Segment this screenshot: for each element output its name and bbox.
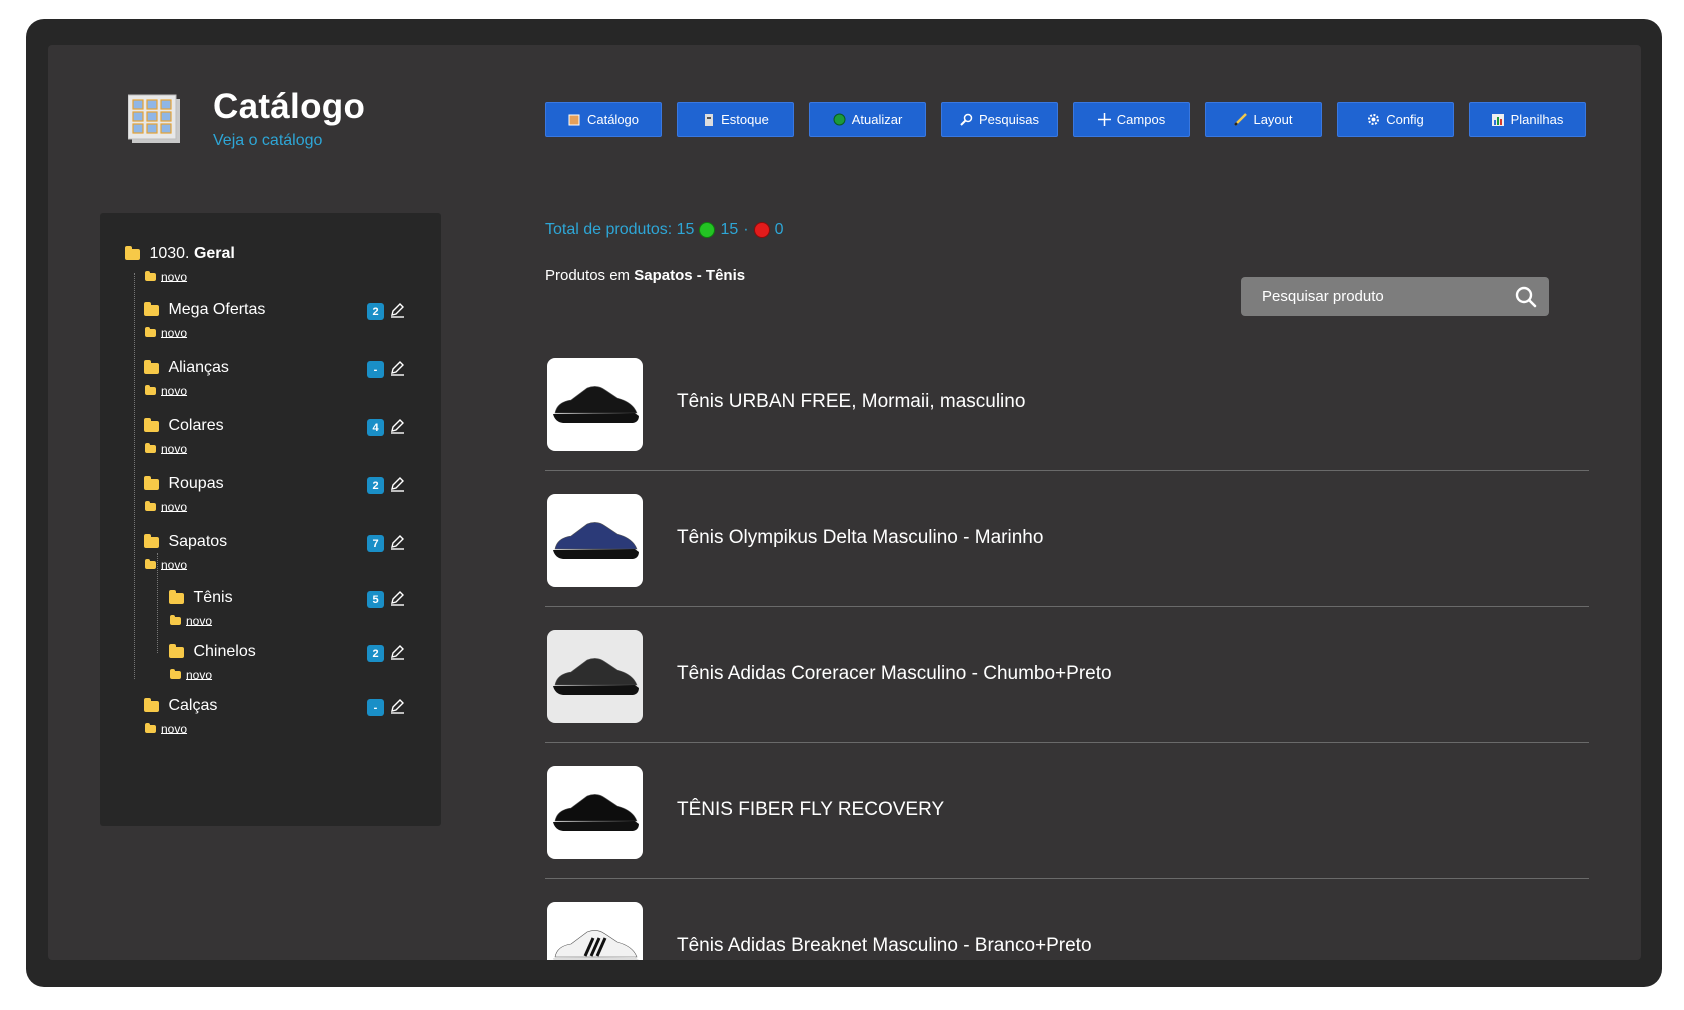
tree-item-sapatos[interactable]: Sapatos: [144, 533, 227, 551]
search-input[interactable]: [1241, 277, 1501, 316]
count-badge: 2: [367, 303, 384, 320]
new-folder-icon: [145, 722, 156, 733]
tree-item-mega-ofertas[interactable]: Mega Ofertas: [144, 301, 265, 319]
new-folder-icon: [145, 442, 156, 453]
product-name[interactable]: Tênis Olympikus Delta Masculino - Marinh…: [677, 527, 1043, 549]
layout-button[interactable]: Layout: [1205, 102, 1322, 137]
page-title: Catálogo: [213, 87, 366, 126]
tree-item-roupas[interactable]: Roupas: [144, 475, 224, 493]
tree-new-link[interactable]: novo: [145, 441, 187, 456]
tree-new-link[interactable]: novo: [170, 613, 212, 628]
product-row[interactable]: Tênis Adidas Breaknet Masculino - Branco…: [545, 879, 1589, 960]
edit-pencil-icon[interactable]: [389, 418, 405, 434]
count-badge: 2: [367, 477, 384, 494]
edit-pencil-icon[interactable]: [389, 644, 405, 660]
tree-guide-line: [134, 273, 135, 679]
edit-pencil-icon[interactable]: [389, 698, 405, 714]
stock-button[interactable]: Estoque: [677, 102, 794, 137]
count-badge: -: [367, 699, 384, 716]
product-row[interactable]: Tênis Adidas Coreracer Masculino - Chumb…: [545, 607, 1589, 743]
new-folder-icon: [145, 384, 156, 395]
edit-pencil-icon[interactable]: [389, 360, 405, 376]
fields-button[interactable]: Campos: [1073, 102, 1190, 137]
product-list: Tênis URBAN FREE, Mormaii, masculino Tên…: [545, 335, 1589, 960]
searches-button[interactable]: Pesquisas: [941, 102, 1058, 137]
count-badge: 5: [367, 591, 384, 608]
count-badge: 4: [367, 419, 384, 436]
product-name[interactable]: Tênis URBAN FREE, Mormaii, masculino: [677, 391, 1025, 413]
count-badge: 2: [367, 645, 384, 662]
new-folder-icon: [145, 326, 156, 337]
product-thumbnail[interactable]: [547, 766, 643, 859]
product-row[interactable]: Tênis URBAN FREE, Mormaii, masculino: [545, 335, 1589, 471]
book-icon: [568, 113, 581, 126]
new-folder-icon: [170, 668, 181, 679]
product-thumbnail[interactable]: [547, 358, 643, 451]
search-box: [1241, 277, 1549, 316]
magnifier-icon: [960, 113, 973, 126]
toolbar: Catálogo Estoque Atualizar Pesquisas Cam…: [545, 102, 1586, 137]
edit-pencil-icon[interactable]: [389, 590, 405, 606]
product-thumbnail[interactable]: [547, 630, 643, 723]
tree-item-colares[interactable]: Colares: [144, 417, 224, 435]
page-subtitle-link[interactable]: Veja o catálogo: [213, 132, 322, 150]
folder-icon: [144, 697, 159, 712]
tree-root-geral[interactable]: 1030. Geral: [125, 245, 235, 263]
tree-item-tenis[interactable]: Tênis: [169, 589, 233, 607]
refresh-button[interactable]: Atualizar: [809, 102, 926, 137]
folder-icon: [144, 475, 159, 490]
spreadsheets-button[interactable]: Planilhas: [1469, 102, 1586, 137]
tree-item-chinelos[interactable]: Chinelos: [169, 643, 256, 661]
product-name[interactable]: TÊNIS FIBER FLY RECOVERY: [677, 799, 944, 821]
tree-new-link[interactable]: novo: [145, 383, 187, 398]
new-folder-icon: [145, 558, 156, 569]
folder-icon: [144, 417, 159, 432]
product-totals: Total de produtos: 15 15 · 0: [545, 221, 784, 238]
tree-new-link[interactable]: novo: [145, 557, 187, 572]
catalog-button[interactable]: Catálogo: [545, 102, 662, 137]
tree-new-link[interactable]: novo: [145, 499, 187, 514]
new-folder-icon: [145, 500, 156, 511]
folder-icon: [169, 643, 184, 658]
tree-new-link[interactable]: novo: [145, 721, 187, 736]
edit-pencil-icon[interactable]: [389, 534, 405, 550]
new-folder-icon: [170, 614, 181, 625]
edit-pencil-icon[interactable]: [389, 302, 405, 318]
chart-icon: [1492, 113, 1505, 126]
product-row[interactable]: TÊNIS FIBER FLY RECOVERY: [545, 743, 1589, 879]
main-panel: Catálogo Veja o catálogo Catálogo Estoqu…: [48, 45, 1641, 960]
category-tree: 1030. Geral novo Mega Ofertas 2 novo Ali…: [100, 213, 441, 826]
plus-icon: [1097, 113, 1111, 126]
folder-icon: [144, 301, 159, 316]
refresh-icon: [833, 113, 846, 126]
catalog-logo-icon: [127, 93, 182, 145]
tree-new-link[interactable]: novo: [170, 667, 212, 682]
product-name[interactable]: Tênis Adidas Coreracer Masculino - Chumb…: [677, 663, 1112, 685]
folder-icon: [169, 589, 184, 604]
edit-pencil-icon[interactable]: [389, 476, 405, 492]
active-status-icon: [699, 222, 716, 238]
product-thumbnail[interactable]: [547, 494, 643, 587]
config-button[interactable]: Config: [1337, 102, 1454, 137]
count-badge: 7: [367, 535, 384, 552]
inactive-status-icon: [753, 222, 770, 238]
gear-icon: [1367, 113, 1380, 126]
tree-item-calcas[interactable]: Calças: [144, 697, 217, 715]
count-badge: -: [367, 361, 384, 378]
tree-new-link[interactable]: novo: [145, 325, 187, 340]
folder-icon: [144, 533, 159, 548]
tree-new-link[interactable]: novo: [145, 269, 187, 284]
product-thumbnail[interactable]: [547, 902, 643, 960]
box-icon: [702, 113, 715, 126]
product-name[interactable]: Tênis Adidas Breaknet Masculino - Branco…: [677, 935, 1092, 957]
new-folder-icon: [145, 270, 156, 281]
folder-icon: [125, 245, 140, 260]
tree-item-aliancas[interactable]: Alianças: [144, 359, 229, 377]
products-heading: Produtos em Sapatos - Tênis: [545, 267, 746, 284]
product-row[interactable]: Tênis Olympikus Delta Masculino - Marinh…: [545, 471, 1589, 607]
search-icon[interactable]: [1515, 286, 1537, 308]
folder-icon: [144, 359, 159, 374]
pencil-icon: [1234, 113, 1248, 126]
